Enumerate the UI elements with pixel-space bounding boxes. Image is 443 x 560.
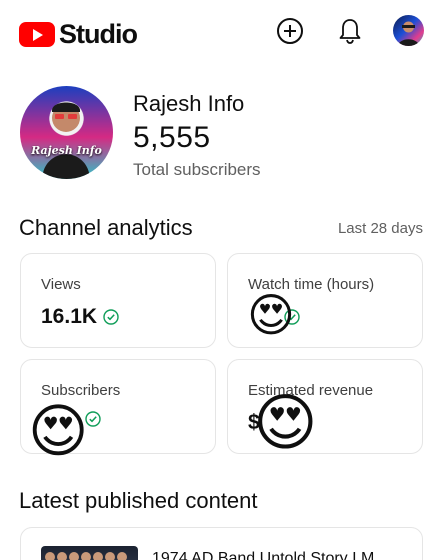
subscribers-label: Subscribers [41,382,121,399]
channel-person-icon [42,102,90,179]
add-circle-icon[interactable] [275,16,305,46]
thumbnail-faces [45,552,127,560]
channel-avatar-text: Rajesh Info [31,144,102,157]
views-value: 16.1K [41,305,98,328]
views-label: Views [41,276,81,293]
views-value-row: 16.1K [41,305,119,329]
video-title[interactable]: 1974 AD Band Untold Story I M [152,550,374,560]
account-avatar[interactable] [393,15,424,46]
latest-content-item[interactable]: 1974 AD Band Untold Story I M [20,527,423,560]
subscriber-count: 5,555 [133,121,211,154]
youtube-studio-logo[interactable]: Studio [19,19,138,50]
youtube-play-icon [19,22,55,47]
subscriber-label: Total subscribers [133,160,261,179]
channel-avatar[interactable]: Rajesh Info [20,86,113,179]
analytics-period[interactable]: Last 28 days [338,220,423,237]
logo-text: Studio [59,19,138,49]
heart-eyes-emoji-icon: 😍 [247,289,295,341]
heart-eyes-emoji-icon: 😍 [28,399,89,464]
top-app-bar: Studio [0,0,443,64]
video-thumbnail[interactable] [41,546,138,560]
channel-name: Rajesh Info [133,91,245,116]
check-circle-icon [103,309,119,325]
analytics-title: Channel analytics [19,215,193,240]
latest-content-title: Latest published content [19,488,258,513]
bell-icon[interactable] [335,16,365,46]
views-card[interactable]: Views 16.1K [20,253,216,348]
heart-eyes-emoji-icon: 😍 [253,389,318,458]
person-icon [398,21,419,46]
